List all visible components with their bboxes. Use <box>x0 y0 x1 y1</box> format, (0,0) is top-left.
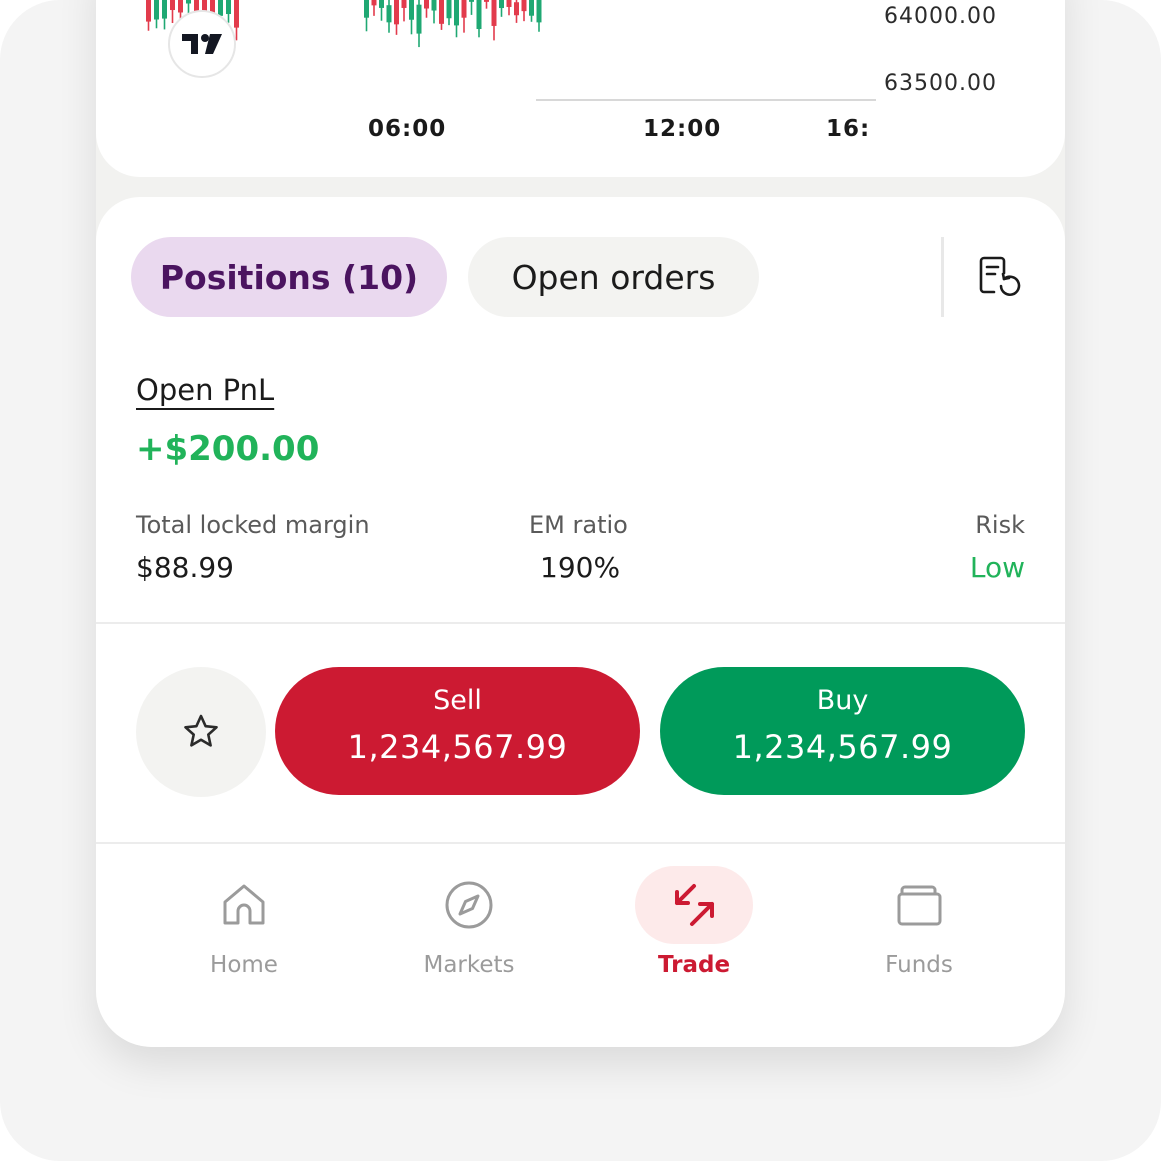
candle-body <box>154 0 159 20</box>
risk-value: Low <box>969 551 1025 584</box>
tab-positions[interactable]: Positions (10) <box>131 237 447 317</box>
candle-body <box>469 0 474 2</box>
candle-body <box>461 0 467 18</box>
bottom-navigation: Home Markets Trade Funds <box>96 842 1065 1047</box>
candle-body <box>162 0 167 19</box>
candle-body <box>401 0 407 8</box>
candle-body <box>476 0 482 30</box>
candle-body <box>186 0 191 4</box>
candle-body <box>409 0 414 20</box>
candle-body <box>514 2 519 16</box>
candle-body <box>364 0 369 18</box>
app-window: 64000.00 63500.00 06:00 12:00 16: Positi… <box>96 0 1065 1047</box>
tab-open-orders[interactable]: Open orders <box>468 237 759 317</box>
open-pnl-label[interactable]: Open PnL <box>136 373 274 407</box>
positions-panel: Positions (10) Open orders Open PnL +$20… <box>96 197 1065 627</box>
open-pnl-value: +$200.00 <box>136 429 320 469</box>
buy-price: 1,234,567.99 <box>732 728 953 766</box>
nav-label-markets: Markets <box>423 952 515 978</box>
risk-label: Risk <box>975 511 1025 539</box>
candle-body <box>146 0 151 22</box>
home-icon <box>185 866 303 944</box>
buy-label: Buy <box>816 685 869 716</box>
price-chart-card[interactable]: 64000.00 63500.00 06:00 12:00 16: <box>96 0 1065 177</box>
buy-button[interactable]: Buy 1,234,567.99 <box>660 667 1025 795</box>
candle-body <box>386 5 392 23</box>
candle-body <box>379 0 384 8</box>
candle-body <box>431 0 437 11</box>
candle-body <box>529 0 534 16</box>
candle-body <box>499 0 504 9</box>
candle-body <box>226 0 231 15</box>
em-ratio-value: 190% <box>540 551 621 584</box>
candle-body <box>234 0 239 28</box>
sell-label: Sell <box>433 685 482 716</box>
nav-label-home: Home <box>210 952 278 978</box>
screen-background: 64000.00 63500.00 06:00 12:00 16: Positi… <box>0 0 1161 1161</box>
nav-item-markets[interactable]: Markets <box>369 866 569 978</box>
nav-item-funds[interactable]: Funds <box>819 866 1019 978</box>
candle-body <box>424 0 429 9</box>
locked-margin-value: $88.99 <box>136 551 234 584</box>
time-axis-label-16: 16: <box>826 116 870 142</box>
candle-body <box>491 0 497 26</box>
price-axis-label-63500: 63500.00 <box>884 71 997 96</box>
candle-body <box>446 0 452 19</box>
candle-body <box>536 0 542 23</box>
candle-body <box>371 0 377 6</box>
time-axis-label-1200: 12:00 <box>643 116 722 142</box>
trade-arrows-icon <box>635 866 753 944</box>
candle-body <box>521 0 527 12</box>
wallet-icon <box>860 866 978 944</box>
nav-label-trade: Trade <box>657 952 731 978</box>
tab-divider <box>941 237 944 317</box>
candle-body <box>170 0 175 11</box>
candle-body <box>506 0 512 7</box>
candle-body <box>439 0 444 24</box>
candle-body <box>178 0 183 13</box>
price-axis-label-64000: 64000.00 <box>884 4 997 29</box>
sell-price: 1,234,567.99 <box>347 728 568 766</box>
candle-body <box>394 0 399 25</box>
nav-item-home[interactable]: Home <box>144 866 344 978</box>
tradingview-logo-icon[interactable] <box>168 10 236 78</box>
candle-body <box>484 0 489 2</box>
nav-label-funds: Funds <box>885 952 953 978</box>
sell-button[interactable]: Sell 1,234,567.99 <box>275 667 640 795</box>
time-axis-label-0600: 06:00 <box>368 116 447 142</box>
star-icon <box>184 714 218 747</box>
trade-actions-bar: Sell 1,234,567.99 Buy 1,234,567.99 <box>96 622 1065 844</box>
candle-body <box>454 0 459 26</box>
favorite-button[interactable] <box>136 667 266 797</box>
order-history-icon[interactable] <box>974 253 1022 301</box>
em-ratio-label: EM ratio <box>529 511 628 539</box>
candle-body <box>416 4 422 34</box>
nav-item-trade[interactable]: Trade <box>594 866 794 978</box>
compass-icon <box>410 866 528 944</box>
locked-margin-label: Total locked margin <box>136 511 370 539</box>
